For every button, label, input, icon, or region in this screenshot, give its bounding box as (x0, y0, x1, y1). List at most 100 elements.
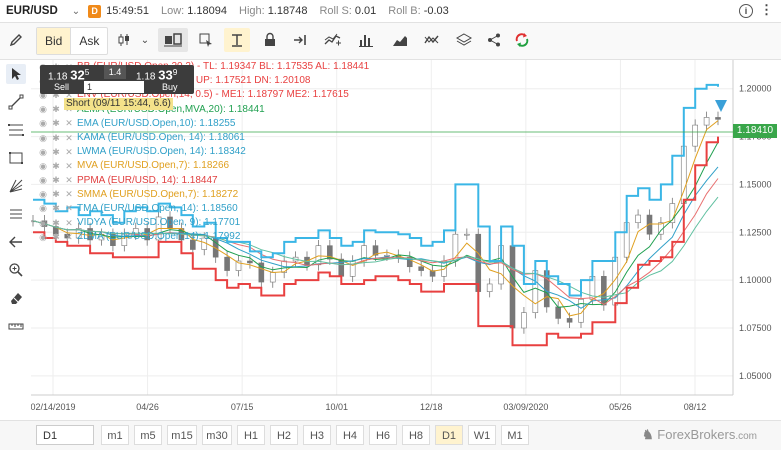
cursor-icon[interactable] (6, 64, 26, 84)
pencil-icon[interactable] (6, 28, 26, 52)
close-icon[interactable]: ✕ (64, 204, 74, 213)
close-icon[interactable]: ✕ (64, 218, 74, 228)
timeframe-h4[interactable]: H4 (336, 425, 364, 445)
gear-icon[interactable]: ✱ (51, 204, 61, 213)
timeframe-h6[interactable]: H6 (369, 425, 397, 445)
timeframe-select[interactable]: D1 (36, 425, 94, 445)
more-menu-icon[interactable]: ⋮ (760, 2, 773, 18)
instrument-header: EUR/USD ⌄ D 15:49:51 Low: 1.18094 High: … (0, 0, 781, 23)
legend-row-lwma[interactable]: ◉ ✱ ✕ LWMA (EUR/USD.Open, 14): 1.18342 (38, 145, 369, 159)
timeframe-d1[interactable]: D1 (435, 425, 463, 445)
candle-body (418, 266, 424, 271)
legend-row-ppma[interactable]: ◉ ✱ ✕ PPMA (EUR/USD, 14): 1.18447 (38, 174, 369, 188)
high-label: High: (239, 5, 265, 17)
candle-body (521, 312, 527, 329)
ruler-icon[interactable] (6, 316, 26, 336)
back-arrow-icon[interactable] (6, 232, 26, 252)
legend-row-ema[interactable]: ◉ ✱ ✕ EMA (EUR/USD.Open,10): 1.18255 (38, 117, 369, 131)
eye-icon[interactable]: ◉ (38, 147, 48, 157)
close-icon[interactable]: ✕ (64, 119, 74, 128)
roll-sell-label: Roll S: (319, 5, 352, 17)
chevron-down-icon[interactable]: ⌄ (72, 6, 80, 17)
timeframe-h1[interactable]: H1 (237, 425, 265, 445)
gear-icon[interactable]: ✱ (51, 190, 61, 199)
bars-icon[interactable] (158, 28, 188, 52)
chart-type-chevron-icon[interactable]: ⌄ (138, 28, 152, 52)
legend-row-smma[interactable]: ◉ ✱ ✕ SMMA (EUR/USD.Open,7): 1.18272 (38, 188, 369, 202)
refresh-icon[interactable] (512, 28, 532, 52)
timeframe-h3[interactable]: H3 (303, 425, 331, 445)
candle-body (269, 272, 276, 283)
high-value: 1.18748 (267, 5, 308, 17)
horizontal-lines-icon[interactable] (6, 204, 26, 224)
eye-icon[interactable]: ◉ (38, 232, 48, 242)
gear-icon[interactable]: ✱ (51, 147, 61, 157)
trend-line-icon[interactable] (6, 92, 26, 112)
text-tool-icon[interactable] (224, 28, 250, 52)
close-icon[interactable]: ✕ (64, 190, 74, 199)
gear-icon[interactable]: ✱ (51, 133, 61, 143)
lock-icon[interactable] (260, 28, 280, 52)
gear-icon[interactable]: ✱ (51, 232, 61, 242)
timeframe-h2[interactable]: H2 (270, 425, 298, 445)
buy-button[interactable]: Buy (162, 82, 178, 92)
share-icon[interactable] (484, 28, 504, 52)
ask-button[interactable]: Ask (71, 28, 107, 54)
bid-button[interactable]: Bid (37, 28, 72, 54)
legend-row-tma[interactable]: ◉ ✱ ✕ TMA (EUR/USD.Open, 14): 1.18560 (38, 202, 369, 216)
candle-body (384, 254, 390, 257)
candle-body (464, 233, 470, 236)
timeframe-m15[interactable]: m15 (167, 425, 197, 445)
timeframe-h8[interactable]: H8 (402, 425, 430, 445)
symbol-selector[interactable]: EUR/USD (6, 5, 58, 17)
eye-icon[interactable]: ◉ (38, 133, 48, 143)
close-icon[interactable]: ✕ (64, 161, 74, 171)
timeframe-m30[interactable]: m30 (202, 425, 232, 445)
gann-fan-icon[interactable] (6, 176, 26, 196)
eye-icon[interactable]: ◉ (38, 161, 48, 171)
gear-icon[interactable]: ✱ (51, 176, 61, 185)
indicators-icon[interactable] (322, 28, 344, 52)
eye-icon[interactable]: ◉ (38, 190, 48, 199)
eye-icon[interactable]: ◉ (38, 218, 48, 228)
bid-ask-toggle[interactable]: Bid Ask (36, 27, 109, 55)
info-icon[interactable]: i (739, 4, 753, 18)
fibonacci-icon[interactable] (6, 120, 26, 140)
legend-row-zlma[interactable]: ◉ ✱ ✕ ZLMA (EUR/USD.Open,14): 1.17992 (38, 230, 369, 244)
timeframe-m5[interactable]: m5 (134, 425, 162, 445)
candlestick-icon[interactable] (114, 28, 134, 52)
eye-icon[interactable]: ◉ (38, 176, 48, 185)
legend-row-vidya[interactable]: ◉ ✱ ✕ VIDYA (EUR/USD.Open, 9): 1.17701 (38, 216, 369, 230)
x-tick-label: 02/14/2019 (31, 402, 76, 412)
gear-icon[interactable]: ✱ (51, 218, 61, 228)
sell-button[interactable]: Sell (54, 82, 69, 92)
close-icon[interactable]: ✕ (64, 176, 74, 185)
timeframe-bar: D1 m1 m5 m15 m30 H1 H2 H3 H4 H6 H8 D1 W1 M1 ♞ ForexB… (0, 420, 781, 450)
short-position-label[interactable]: Short (09/11 15:44, 6.6) (64, 98, 173, 110)
timeframe-w1[interactable]: W1 (468, 425, 496, 445)
gear-icon[interactable]: ✱ (51, 161, 61, 171)
timeframe-m1[interactable]: m1 (101, 425, 129, 445)
timeframe-m1[interactable]: M1 (501, 425, 529, 445)
eye-icon[interactable]: ◉ (38, 204, 48, 213)
close-icon[interactable]: ✕ (64, 133, 74, 143)
eye-icon[interactable]: ◉ (38, 119, 48, 128)
zoom-icon[interactable] (6, 260, 26, 280)
close-icon[interactable]: ✕ (64, 147, 74, 157)
quantity-select[interactable]: 1 (84, 81, 144, 93)
gear-icon[interactable]: ✱ (51, 105, 61, 114)
shift-right-icon[interactable] (290, 28, 310, 52)
volume-bars-icon[interactable] (356, 28, 376, 52)
close-icon[interactable]: ✕ (64, 232, 74, 242)
eraser-icon[interactable] (6, 288, 26, 308)
legend-row-kama[interactable]: ◉ ✱ ✕ KAMA (EUR/USD.Open, 14): 1.18061 (38, 131, 369, 145)
compare-icon[interactable] (422, 28, 442, 52)
area-chart-icon[interactable] (390, 28, 410, 52)
gear-icon[interactable]: ✱ (51, 119, 61, 128)
crosshair-select-icon[interactable] (196, 28, 216, 52)
eye-icon[interactable]: ◉ (38, 105, 48, 114)
rectangle-icon[interactable] (6, 148, 26, 168)
layers-icon[interactable] (454, 28, 474, 52)
legend-row-mva[interactable]: ◉ ✱ ✕ MVA (EUR/USD.Open,7): 1.18266 (38, 159, 369, 173)
candle-body (635, 214, 641, 224)
